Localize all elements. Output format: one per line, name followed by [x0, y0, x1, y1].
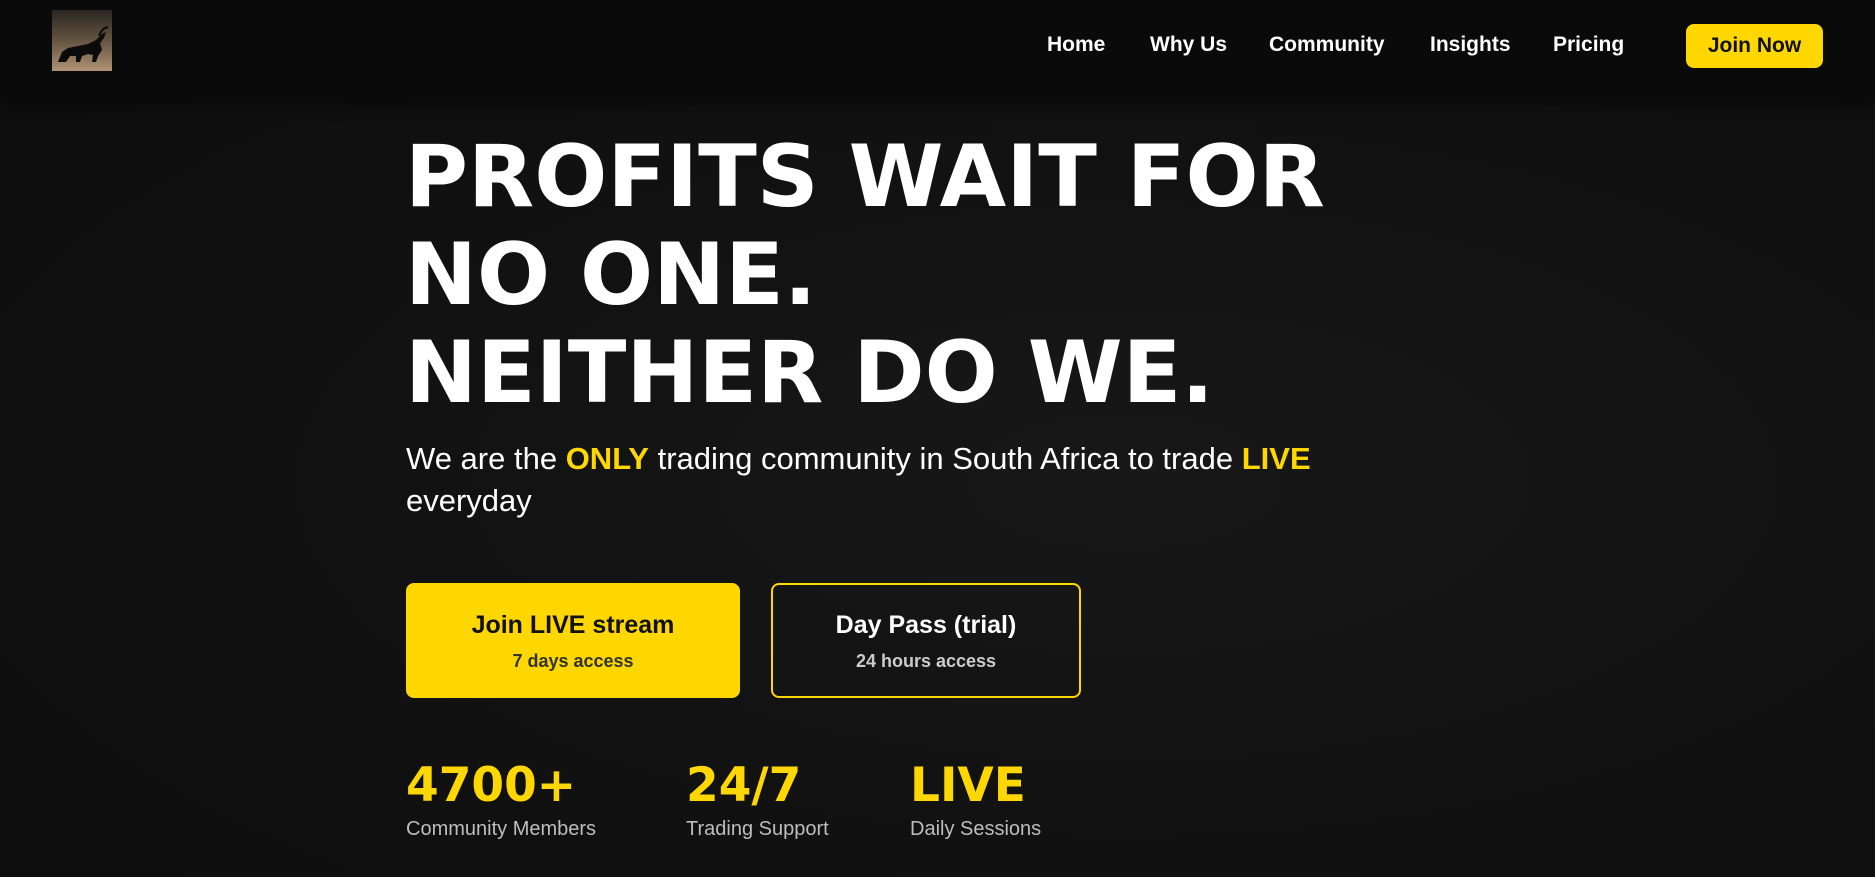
- nav-insights-link[interactable]: Insights: [1430, 33, 1511, 57]
- bull-logo[interactable]: [52, 10, 112, 71]
- hero-subtitle: We are the ONLY trading community in Sou…: [406, 438, 1416, 522]
- hero-title: PROFITS WAIT FOR NO ONE. NEITHER DO WE.: [405, 128, 1325, 422]
- stat-label: Community Members: [406, 818, 597, 840]
- stat-trading-support: 24/7 Trading Support: [686, 758, 829, 842]
- subtitle-part-2: trading community in South Africa to tra…: [648, 441, 1242, 476]
- subtitle-part-1: We are the: [406, 441, 566, 476]
- nav-home-link[interactable]: Home: [1047, 33, 1105, 57]
- subtitle-highlight-live: LIVE: [1241, 441, 1311, 476]
- subtitle-part-3: everyday: [406, 483, 532, 518]
- subtitle-highlight-only: ONLY: [565, 441, 649, 476]
- hero-title-line-3: NEITHER DO WE.: [405, 323, 1214, 423]
- stat-community-members: 4700+ Community Members: [406, 758, 596, 842]
- navbar: Home Why Us Community Insights Pricing J…: [0, 0, 1875, 100]
- stat-daily-sessions: LIVE Daily Sessions: [910, 758, 1041, 842]
- stat-label: Trading Support: [686, 818, 829, 840]
- day-pass-trial-button[interactable]: Day Pass (trial) 24 hours access: [771, 583, 1081, 698]
- day-pass-sublabel: 24 hours access: [855, 651, 997, 671]
- stat-value: 4700+: [406, 758, 577, 813]
- nav-pricing-link[interactable]: Pricing: [1553, 33, 1624, 57]
- join-live-stream-sublabel: 7 days access: [512, 651, 634, 671]
- stat-label: Daily Sessions: [910, 818, 1042, 840]
- hero-title-line-1: PROFITS WAIT FOR: [405, 127, 1325, 227]
- stat-value: 24/7: [686, 758, 802, 813]
- bull-silhouette-icon: [58, 26, 109, 62]
- join-now-button[interactable]: Join Now: [1686, 24, 1823, 68]
- nav-community-link[interactable]: Community: [1269, 33, 1385, 57]
- nav-why-us-link[interactable]: Why Us: [1150, 33, 1227, 57]
- day-pass-label: Day Pass (trial): [835, 611, 1017, 639]
- join-live-stream-label: Join LIVE stream: [471, 611, 675, 639]
- stat-value: LIVE: [910, 758, 1026, 813]
- hero-title-line-2: NO ONE.: [405, 225, 817, 325]
- join-live-stream-button[interactable]: Join LIVE stream 7 days access: [406, 583, 740, 698]
